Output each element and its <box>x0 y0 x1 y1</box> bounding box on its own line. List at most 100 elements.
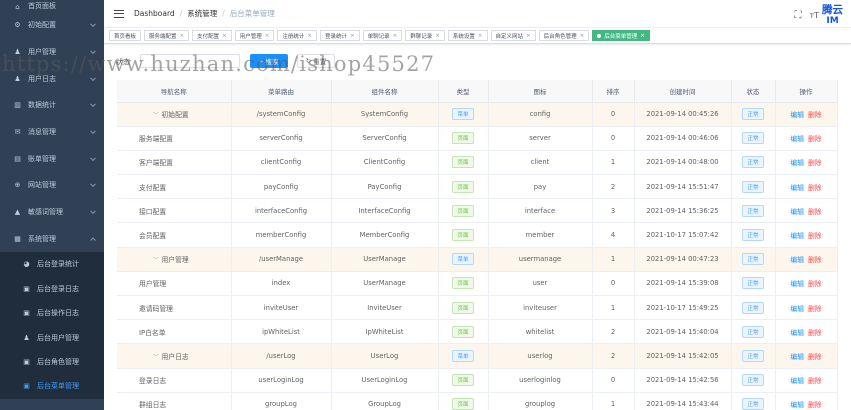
sidebar-item[interactable]: ▤ 账单管理 <box>0 145 104 172</box>
nav-name-cell: 邀请码管理 <box>117 295 232 321</box>
tab-tag[interactable]: 后台角色管理 × <box>538 30 590 41</box>
breadcrumb-item[interactable]: Dashboard <box>134 9 175 18</box>
edit-link[interactable]: 编辑 <box>790 111 804 119</box>
edit-link[interactable]: 编辑 <box>790 159 804 167</box>
edit-link[interactable]: 编辑 <box>790 256 804 264</box>
sidebar-subitem[interactable]: ▣ 后台操作日志 <box>0 300 104 326</box>
close-icon[interactable]: × <box>526 33 531 39</box>
close-icon[interactable]: × <box>435 33 440 39</box>
sort-cell: 1 <box>592 150 635 176</box>
sidebar-item-label: 用户日志 <box>28 74 56 83</box>
sidebar-subitem[interactable]: ♟ 后台用户管理 <box>0 325 104 350</box>
created-time-cell: 2021-09-14 00:45:26 <box>634 102 732 127</box>
component-cell: GroupLog <box>331 392 439 410</box>
font-size-icon[interactable]: тT <box>809 11 819 20</box>
action-cell: 编辑 删除 <box>775 174 838 200</box>
delete-link[interactable]: 删除 <box>808 184 822 192</box>
delete-link[interactable]: 删除 <box>808 280 822 288</box>
sidebar-item[interactable]: ♟ 用户管理 <box>0 39 104 66</box>
edit-link[interactable]: 编辑 <box>790 135 804 143</box>
chevron-down-icon <box>90 181 96 188</box>
edit-link[interactable]: 编辑 <box>790 329 804 337</box>
edit-link[interactable]: 编辑 <box>790 401 804 409</box>
tab-tag[interactable]: 注册统计 × <box>277 30 318 41</box>
close-icon[interactable]: × <box>307 33 312 39</box>
delete-link[interactable]: 删除 <box>808 401 822 409</box>
reset-button[interactable]: ↻ 重置 <box>297 54 335 68</box>
edit-link[interactable]: 编辑 <box>790 377 804 385</box>
sidebar-item[interactable]: ✉ 消息管理 <box>0 119 104 146</box>
route-cell: serverConfig <box>231 126 332 151</box>
sidebar-item[interactable]: ⚙ 初始配置 <box>0 12 104 39</box>
close-icon[interactable]: × <box>580 33 585 39</box>
close-icon[interactable]: × <box>478 33 483 39</box>
sidebar-item[interactable]: ♟ 用户日志 <box>0 65 104 92</box>
sidebar-item[interactable]: ▦ 系统管理 <box>0 226 104 253</box>
sidebar-subitem[interactable]: ▣ 后台登录日志 <box>0 276 104 301</box>
edit-link[interactable]: 编辑 <box>790 232 804 240</box>
tab-tag[interactable]: 单聊记录 × <box>362 30 403 41</box>
delete-link[interactable]: 删除 <box>808 232 822 240</box>
breadcrumb-item[interactable]: 系统管理 <box>187 8 217 19</box>
sidebar-item[interactable]: ▥ 数据统计 <box>0 92 104 119</box>
edit-link[interactable]: 编辑 <box>790 184 804 192</box>
edit-link[interactable]: 编辑 <box>790 208 804 216</box>
tab-tag[interactable]: 首页看板 <box>109 30 142 41</box>
search-button[interactable]: ⌕ 搜索 <box>250 54 288 68</box>
tab-tag[interactable]: 后台菜单管理 × <box>592 30 650 41</box>
close-icon[interactable]: × <box>265 33 270 39</box>
expand-toggle-icon[interactable]: ﹀ <box>153 258 159 264</box>
delete-link[interactable]: 删除 <box>808 329 822 337</box>
tab-tag[interactable]: 自定义网站 × <box>490 30 536 41</box>
sidebar-item[interactable]: ⌂ 首页面板 <box>0 0 104 12</box>
chevron-down-icon <box>90 101 96 108</box>
tab-tag[interactable]: 系统设置 × <box>447 30 488 41</box>
tab-tag[interactable]: 支付配置 × <box>192 30 232 41</box>
delete-link[interactable]: 删除 <box>808 353 822 361</box>
close-icon[interactable]: × <box>640 33 645 39</box>
close-icon[interactable]: × <box>393 33 398 39</box>
status-cell: 正常 <box>731 271 776 297</box>
component-cell: ClientConfig <box>331 150 439 176</box>
type-cell: 页面 <box>438 368 489 393</box>
type-cell: 菜单 <box>438 343 489 369</box>
nav-name-cell: 群组日志 <box>117 392 232 410</box>
component-cell: IpWhiteList <box>331 319 439 345</box>
nav-name: 客户端配置 <box>139 159 173 168</box>
chevron-down-icon <box>90 21 96 28</box>
delete-link[interactable]: 删除 <box>808 111 822 119</box>
edit-link[interactable]: 编辑 <box>790 353 804 361</box>
status-cell: 正常 <box>731 368 776 393</box>
column-header: 导航名称 <box>117 80 232 103</box>
type-cell: 页面 <box>438 295 489 321</box>
tab-tag[interactable]: 群聊记录 × <box>405 30 445 41</box>
delete-link[interactable]: 删除 <box>808 135 822 143</box>
sidebar-item-label: 敏感词管理 <box>28 208 63 217</box>
status-cell: 正常 <box>731 222 776 248</box>
close-icon[interactable]: × <box>350 33 355 39</box>
icon-cell: interface <box>488 198 593 224</box>
sidebar-item[interactable]: ⊕ 网站管理 <box>0 172 104 199</box>
delete-link[interactable]: 删除 <box>808 305 822 313</box>
sidebar-item[interactable]: ▲ 敏感词管理 <box>0 199 104 226</box>
delete-link[interactable]: 删除 <box>808 208 822 216</box>
delete-link[interactable]: 删除 <box>808 256 822 264</box>
delete-link[interactable]: 删除 <box>808 159 822 167</box>
expand-toggle-icon[interactable]: ﹀ <box>153 355 159 361</box>
fullscreen-icon[interactable]: ⛶ <box>794 10 801 21</box>
tab-tag[interactable]: 登录统计 × <box>320 30 360 41</box>
tab-tag[interactable]: 用户管理 × <box>234 30 275 41</box>
hamburger-icon[interactable] <box>114 9 124 18</box>
edit-link[interactable]: 编辑 <box>790 305 804 313</box>
tab-tag[interactable]: 服务端配置 × <box>144 30 190 41</box>
delete-link[interactable]: 删除 <box>808 377 822 385</box>
status-select[interactable] <box>140 54 240 68</box>
sidebar-subitem[interactable]: ◕ 后台登录统计 <box>0 252 104 277</box>
sidebar-subitem[interactable]: ▣ 后台菜单管理 <box>0 374 104 399</box>
close-icon[interactable]: × <box>180 33 185 39</box>
close-icon[interactable]: × <box>222 33 227 39</box>
column-header: 类型 <box>438 80 489 103</box>
expand-toggle-icon[interactable]: ﹀ <box>153 113 159 119</box>
sidebar-subitem[interactable]: ▣ 后台角色管理 <box>0 349 104 375</box>
edit-link[interactable]: 编辑 <box>790 280 804 288</box>
